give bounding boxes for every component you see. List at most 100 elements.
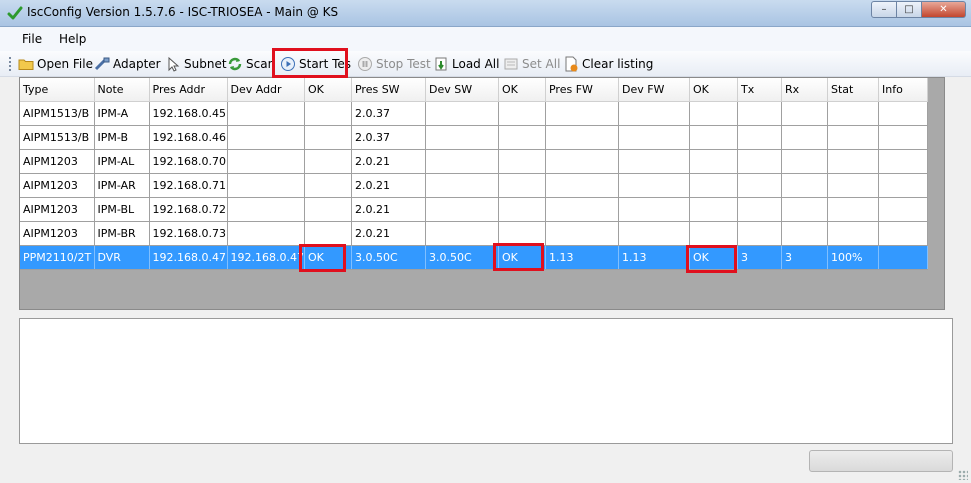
table-row[interactable]: AIPM1203 IPM-BR 192.168.0.73 2.0.21 [20,221,928,246]
cell-note: IPM-BR [94,221,150,246]
maximize-button[interactable]: □ [897,1,922,18]
cell-ok-fw [689,173,738,198]
cell-dev-addr [227,197,305,222]
cell-dev-sw [425,149,499,174]
load-all-button[interactable]: Load All [433,54,499,74]
table-row[interactable]: AIPM1203 IPM-AR 192.168.0.71 2.0.21 [20,173,928,198]
cell-pres-sw: 2.0.21 [351,149,426,174]
cell-note: IPM-A [94,101,150,126]
set-icon [504,58,518,70]
cell-dev-addr [227,221,305,246]
cell-pres-sw: 2.0.21 [351,197,426,222]
folder-icon [18,59,34,70]
table-row[interactable]: PPM2110/2T DVR 192.168.0.47 192.168.0.47 OK 3… [20,245,928,270]
cell-info [878,173,928,198]
load-all-label: Load All [452,57,500,71]
open-file-button[interactable]: Open File [18,54,93,74]
cell-info [878,221,928,246]
device-grid[interactable]: Type Note Pres Addr Dev Addr OK Pres SW Dev SW… [19,77,945,310]
cell-ok-sw [498,221,546,246]
cell-dev-sw [425,197,499,222]
cell-pres-addr: 192.168.0.45 [149,101,228,126]
column-header-type[interactable]: Type [20,78,95,102]
cell-pres-addr: 192.168.0.46 [149,125,228,150]
column-header-ok-fw[interactable]: OK [689,78,738,102]
stop-test-label: Stop Test [376,57,431,71]
menu-file[interactable]: File [22,32,42,46]
cell-ok-sw [498,101,546,126]
cell-rx [781,197,828,222]
cell-dev-addr [227,149,305,174]
cell-ok-sw [498,149,546,174]
table-row[interactable]: AIPM1513/B IPM-A 192.168.0.45 2.0.37 [20,101,928,126]
close-button[interactable]: ✕ [922,1,966,18]
cell-pres-fw [545,197,619,222]
cell-ok-sw: OK [498,245,546,270]
menu-help[interactable]: Help [59,32,86,46]
cell-pres-sw: 2.0.21 [351,173,426,198]
subnet-label: Subnet [184,57,227,71]
column-header-rx[interactable]: Rx [781,78,828,102]
column-header-dev-sw[interactable]: Dev SW [425,78,499,102]
cell-ok-sw [498,173,546,198]
toolbar-grip[interactable] [9,57,11,71]
progress-bar [809,450,953,472]
cell-stat [827,101,879,126]
cell-ok-addr [304,221,352,246]
column-header-ok-sw[interactable]: OK [498,78,546,102]
table-row[interactable]: AIPM1203 IPM-AL 192.168.0.70 2.0.21 [20,149,928,174]
cell-dev-sw: 3.0.50C [425,245,499,270]
cell-info [878,125,928,150]
cell-rx [781,101,828,126]
column-header-info[interactable]: Info [878,78,928,102]
column-header-tx[interactable]: Tx [737,78,782,102]
cell-rx: 3 [781,245,828,270]
clear-listing-button[interactable]: Clear listing [563,54,653,74]
clear-listing-label: Clear listing [582,57,654,71]
cell-info [878,197,928,222]
cell-tx [737,149,782,174]
scan-button[interactable]: Scan [227,54,275,74]
cell-note: IPM-BL [94,197,150,222]
set-all-button[interactable]: Set All [503,54,560,74]
stop-test-button[interactable]: Stop Test [357,54,431,74]
adapter-label: Adapter [113,57,161,71]
cell-ok-addr [304,101,352,126]
log-output[interactable] [19,318,953,444]
cell-ok-fw [689,149,738,174]
cell-dev-addr [227,173,305,198]
subnet-button[interactable]: Subnet [165,54,227,74]
cell-info [878,149,928,174]
cell-ok-addr [304,173,352,198]
cell-type: AIPM1203 [20,221,95,246]
cursor-icon [168,56,180,72]
cell-dev-fw: 1.13 [618,245,690,270]
cell-note: DVR [94,245,150,270]
column-header-pres-addr[interactable]: Pres Addr [149,78,228,102]
column-header-pres-fw[interactable]: Pres FW [545,78,619,102]
column-header-note[interactable]: Note [94,78,150,102]
load-icon [435,57,447,71]
resize-grip[interactable] [958,470,968,480]
column-header-stat[interactable]: Stat [827,78,879,102]
cell-tx: 3 [737,245,782,270]
cell-stat: 100% [827,245,879,270]
table-row[interactable]: AIPM1513/B IPM-B 192.168.0.46 2.0.37 [20,125,928,150]
cell-rx [781,149,828,174]
cell-stat [827,173,879,198]
start-test-button[interactable]: Start Tes [280,54,351,74]
cell-pres-fw [545,101,619,126]
cell-pres-fw [545,173,619,198]
adapter-button[interactable]: Adapter [94,54,161,74]
table-row[interactable]: AIPM1203 IPM-BL 192.168.0.72 2.0.21 [20,197,928,222]
cell-type: AIPM1203 [20,173,95,198]
column-header-dev-addr[interactable]: Dev Addr [227,78,305,102]
cell-stat [827,221,879,246]
minimize-button[interactable]: – [871,1,897,18]
column-header-pres-sw[interactable]: Pres SW [351,78,426,102]
refresh-icon [228,57,242,71]
cell-type: AIPM1513/B [20,101,95,126]
column-header-ok-addr[interactable]: OK [304,78,352,102]
cell-dev-fw [618,221,690,246]
column-header-dev-fw[interactable]: Dev FW [618,78,690,102]
